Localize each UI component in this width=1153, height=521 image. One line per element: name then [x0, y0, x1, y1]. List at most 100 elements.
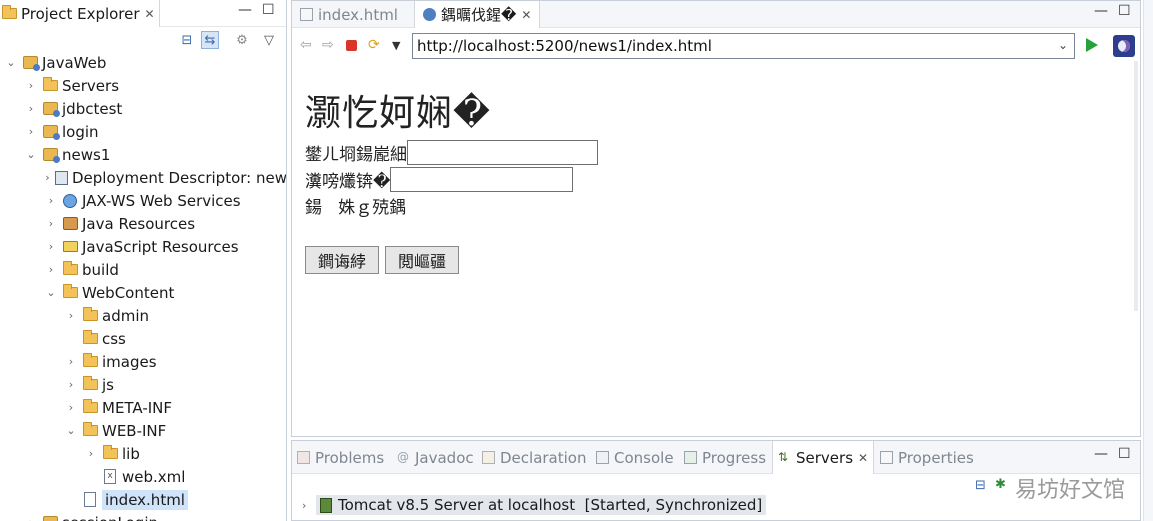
xml-file-icon: x: [102, 469, 118, 485]
chevron-right-icon[interactable]: ›: [24, 102, 38, 115]
tab-problems[interactable]: Problems: [297, 441, 384, 474]
tab-properties[interactable]: Properties: [880, 441, 974, 474]
url-text: http://localhost:5200/news1/index.html: [417, 37, 712, 55]
chevron-down-icon[interactable]: ⌄: [24, 148, 38, 161]
project-icon: [22, 55, 40, 71]
tree-item[interactable]: › jdbctest: [0, 97, 286, 120]
submit-button[interactable]: 鐧诲綍: [305, 246, 380, 274]
minimize-icon[interactable]: —: [1094, 446, 1108, 462]
close-icon[interactable]: ✕: [858, 451, 868, 465]
link-with-editor-icon[interactable]: ⇆: [201, 31, 219, 49]
tab-declaration[interactable]: Declaration: [482, 441, 586, 474]
tree-item[interactable]: › login: [0, 120, 286, 143]
close-icon[interactable]: ✕: [521, 8, 531, 22]
chevron-right-icon[interactable]: ›: [64, 401, 78, 414]
tab-javadoc[interactable]: @ Javadoc: [397, 441, 474, 474]
server-list-item[interactable]: › Tomcat v8.5 Server at localhost [Start…: [302, 495, 767, 515]
url-input[interactable]: http://localhost:5200/news1/index.html ⌄: [412, 33, 1075, 59]
panel-view-controls: — ☐: [1094, 446, 1131, 462]
chevron-down-icon[interactable]: ⌄: [1058, 38, 1068, 52]
username-input[interactable]: [407, 139, 598, 165]
chevron-right-icon[interactable]: ›: [64, 309, 78, 322]
back-icon[interactable]: ⇦: [300, 37, 312, 53]
chevron-right-icon[interactable]: ›: [84, 447, 98, 460]
view-menu-icon[interactable]: ▽: [260, 31, 278, 49]
tab-console[interactable]: Console: [596, 441, 674, 474]
js-resources-icon: [62, 239, 78, 255]
chevron-down-icon[interactable]: ⌄: [4, 56, 18, 69]
maximize-icon[interactable]: ☐: [1118, 446, 1131, 462]
server-label: Tomcat v8.5 Server at localhost [Started…: [338, 496, 763, 514]
forward-icon[interactable]: ⇨: [322, 37, 334, 53]
server-entry[interactable]: Tomcat v8.5 Server at localhost [Started…: [316, 495, 767, 515]
close-icon[interactable]: ✕: [145, 7, 155, 21]
folder-icon: [2, 5, 17, 19]
tree-item[interactable]: › sessionLogin: [0, 511, 286, 521]
filter-icon[interactable]: ⚙: [233, 31, 251, 49]
maximize-icon[interactable]: ☐: [262, 2, 275, 18]
stop-icon[interactable]: [346, 40, 357, 51]
refresh-icon[interactable]: ⟳: [368, 37, 380, 53]
tree-item[interactable]: ⌄ JavaWeb: [0, 51, 286, 74]
folder-icon: [62, 284, 78, 301]
tree-item[interactable]: › Java Resources: [0, 212, 286, 235]
browser-editor: index.html 鍝曞伐鍟� ✕ — ☐ ⇦ ⇨ ⟳ ▼ http://lo…: [291, 0, 1141, 437]
collapse-all-icon[interactable]: ⊟: [975, 478, 986, 493]
chevron-right-icon[interactable]: ›: [44, 194, 58, 207]
tree-item[interactable]: ⌄ WEB-INF: [0, 419, 286, 442]
watermark: 易坊好文馆: [1014, 478, 1125, 503]
chevron-right-icon[interactable]: ›: [44, 171, 51, 184]
tree-item-label: build: [82, 260, 119, 279]
collapse-all-icon[interactable]: ⊟: [178, 31, 196, 49]
folder-icon: [82, 376, 98, 393]
go-icon[interactable]: [1086, 38, 1098, 52]
tab-project-explorer[interactable]: Project Explorer ✕: [0, 0, 160, 27]
web-project-icon: [42, 515, 58, 521]
chevron-right-icon[interactable]: ›: [302, 499, 316, 512]
tree-item[interactable]: ⌄ news1: [0, 143, 286, 166]
view-controls: — ☐: [238, 2, 275, 18]
chevron-right-icon[interactable]: ›: [24, 79, 38, 92]
chevron-down-icon[interactable]: ⌄: [64, 424, 78, 437]
tab-progress[interactable]: Progress: [684, 441, 766, 474]
tree-item[interactable]: › lib: [0, 442, 286, 465]
tree-item[interactable]: › images: [0, 350, 286, 373]
tree-item[interactable]: ⌄ WebContent: [0, 281, 286, 304]
chevron-right-icon[interactable]: ›: [24, 125, 38, 138]
tree-item[interactable]: › admin: [0, 304, 286, 327]
vertical-scrollbar[interactable]: [1134, 61, 1138, 311]
chevron-right-icon[interactable]: ›: [64, 355, 78, 368]
form-buttons: 鐧诲綍 閲嶇疆: [305, 246, 1125, 274]
chevron-right-icon[interactable]: ›: [44, 240, 58, 253]
minimize-icon[interactable]: —: [238, 2, 252, 18]
eclipse-icon[interactable]: [1113, 35, 1135, 57]
tree-item[interactable]: › build: [0, 258, 286, 281]
tree-item[interactable]: › Servers: [0, 74, 286, 97]
chevron-down-icon[interactable]: ⌄: [44, 286, 58, 299]
project-tree: ⌄ JavaWeb › Servers › jdbctest › login ⌄ news1 › De…: [0, 51, 286, 521]
tab-servers[interactable]: ⇅ Servers ✕: [772, 441, 875, 474]
tab-web-browser[interactable]: 鍝曞伐鍟� ✕: [414, 1, 541, 28]
web-project-icon: [42, 124, 60, 140]
start-server-icon[interactable]: ✱: [995, 477, 1006, 492]
maximize-icon[interactable]: ☐: [1118, 3, 1131, 19]
tree-item[interactable]: index.html: [0, 488, 286, 511]
tree-item[interactable]: css: [0, 327, 286, 350]
tab-index-html[interactable]: index.html: [292, 1, 406, 28]
chevron-right-icon[interactable]: ›: [44, 217, 58, 230]
minimize-icon[interactable]: —: [1094, 3, 1108, 19]
chevron-right-icon[interactable]: ›: [24, 516, 38, 521]
tree-item[interactable]: › Deployment Descriptor: new: [0, 166, 286, 189]
tree-item[interactable]: › JavaScript Resources: [0, 235, 286, 258]
chevron-right-icon[interactable]: ›: [64, 378, 78, 391]
tree-item[interactable]: › js: [0, 373, 286, 396]
tree-item[interactable]: x web.xml: [0, 465, 286, 488]
remember-row: 鍚 姝ｇ殑鍝: [305, 192, 1125, 218]
tree-item[interactable]: › JAX-WS Web Services: [0, 189, 286, 212]
chevron-right-icon[interactable]: ›: [44, 263, 58, 276]
password-input[interactable]: [390, 166, 574, 192]
reset-button[interactable]: 閲嶇疆: [385, 246, 460, 274]
chevron-down-icon[interactable]: ▼: [392, 39, 400, 52]
tree-item[interactable]: › META-INF: [0, 396, 286, 419]
servers-panel: Problems @ Javadoc Declaration Console P…: [291, 440, 1141, 521]
